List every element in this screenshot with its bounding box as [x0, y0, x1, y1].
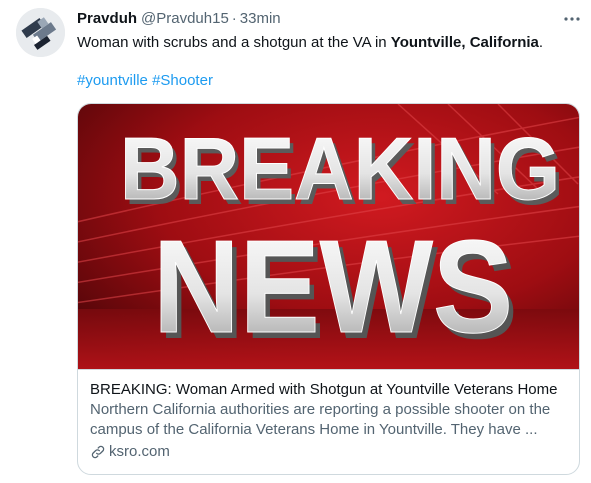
avatar[interactable]	[16, 8, 65, 57]
author-handle[interactable]: @Pravduh15	[141, 10, 229, 27]
tweet-timestamp[interactable]: 33min	[240, 10, 281, 27]
tweet-header: Pravduh @Pravduh15 · 33min	[77, 9, 281, 29]
card-meta: BREAKING: Woman Armed with Shotgun at Yo…	[90, 380, 575, 462]
tweet-text: Woman with scrubs and a shotgun at the V…	[77, 33, 577, 53]
card-divider	[78, 369, 579, 370]
card-domain: ksro.com	[109, 443, 170, 460]
breaking-news-image: BREAKING BREAKING NEWS NEWS	[78, 104, 579, 369]
link-preview-card[interactable]: BREAKING BREAKING NEWS NEWS BREAKING: Wo…	[77, 103, 580, 475]
card-description[interactable]: Northern California authorities are repo…	[90, 400, 575, 440]
tweet-text-end: .	[538, 34, 544, 51]
hashtag-row: #yountville #Shooter	[77, 71, 213, 91]
news-text-front: NEWS	[153, 213, 513, 360]
hashtag-shooter[interactable]: #Shooter	[152, 72, 213, 89]
tweet: Pravduh @Pravduh15 · 33min Woman with scrub…	[0, 0, 591, 483]
tweet-text-location: Yountville, California	[390, 34, 539, 51]
geometric-logo-avatar-icon	[16, 8, 65, 57]
hashtag-yountville[interactable]: #yountville	[77, 72, 148, 89]
card-domain-row[interactable]: ksro.com	[90, 442, 575, 462]
separator-dot: ·	[231, 10, 237, 27]
breaking-text-front: BREAKING	[120, 119, 560, 218]
card-image[interactable]: BREAKING BREAKING NEWS NEWS	[78, 104, 579, 369]
link-icon	[91, 445, 105, 459]
tweet-text-part: Woman with scrubs and a shotgun at the V…	[77, 34, 391, 51]
card-title[interactable]: BREAKING: Woman Armed with Shotgun at Yo…	[90, 380, 575, 400]
more-options-button[interactable]	[562, 10, 582, 28]
author-name[interactable]: Pravduh	[77, 10, 137, 27]
ellipsis-icon	[564, 17, 580, 21]
